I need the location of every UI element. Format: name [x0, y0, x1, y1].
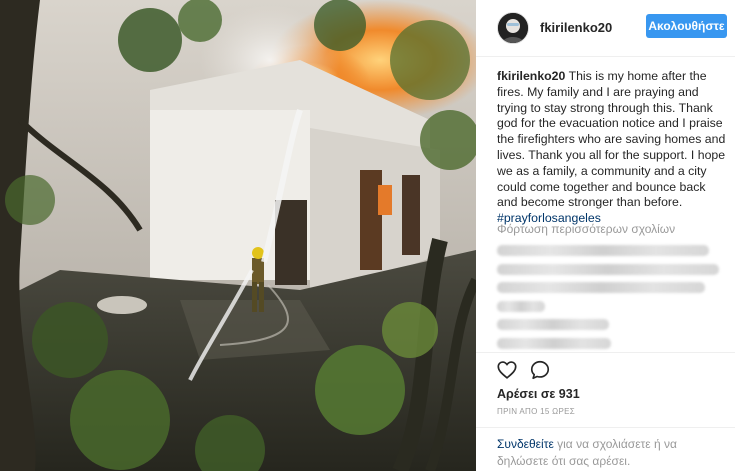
follow-button[interactable]: Ακολουθήστε	[646, 14, 727, 38]
post-header: fkirilenko20 Ακολουθήστε	[476, 0, 735, 57]
blurred-comment-line	[497, 300, 545, 312]
instagram-post: fkirilenko20 Ακολουθήστε fkirilenko20 Th…	[0, 0, 735, 471]
blurred-comment-line	[497, 245, 709, 256]
caption-text: This is my home after the fires. My fami…	[497, 69, 726, 210]
load-more-comments-link[interactable]: Φόρτωση περισσότερων σχολίων	[497, 222, 675, 236]
post-side-panel: fkirilenko20 Ακολουθήστε fkirilenko20 Th…	[476, 0, 735, 471]
blurred-comment-line	[497, 263, 719, 275]
login-link[interactable]: Συνδεθείτε	[497, 437, 554, 451]
post-actions	[476, 352, 735, 381]
login-prompt-text: Συνδεθείτε για να σχολιάσετε ή να δηλώσε…	[497, 436, 729, 469]
blurred-comment-line	[497, 319, 609, 330]
burning-house-photo	[0, 0, 476, 471]
username[interactable]: fkirilenko20	[540, 20, 612, 35]
blurred-comment-line	[497, 337, 611, 349]
avatar-portrait-icon	[498, 13, 528, 43]
comment-bubble-icon[interactable]	[529, 359, 551, 386]
heart-icon[interactable]	[496, 359, 518, 386]
caption-username[interactable]: fkirilenko20	[497, 69, 565, 83]
blurred-comment-line	[497, 282, 705, 293]
login-prompt: Συνδεθείτε για να σχολιάσετε ή να δηλώσε…	[476, 427, 735, 469]
post-caption: fkirilenko20 This is my home after the f…	[497, 69, 729, 227]
avatar[interactable]	[497, 12, 529, 44]
blurred-comments	[497, 238, 729, 356]
post-photo[interactable]	[0, 0, 476, 471]
likes-count[interactable]: Αρέσει σε 931	[497, 387, 580, 401]
post-timestamp: ΠΡΙΝ ΑΠΟ 15 ΩΡΕΣ	[497, 407, 575, 416]
